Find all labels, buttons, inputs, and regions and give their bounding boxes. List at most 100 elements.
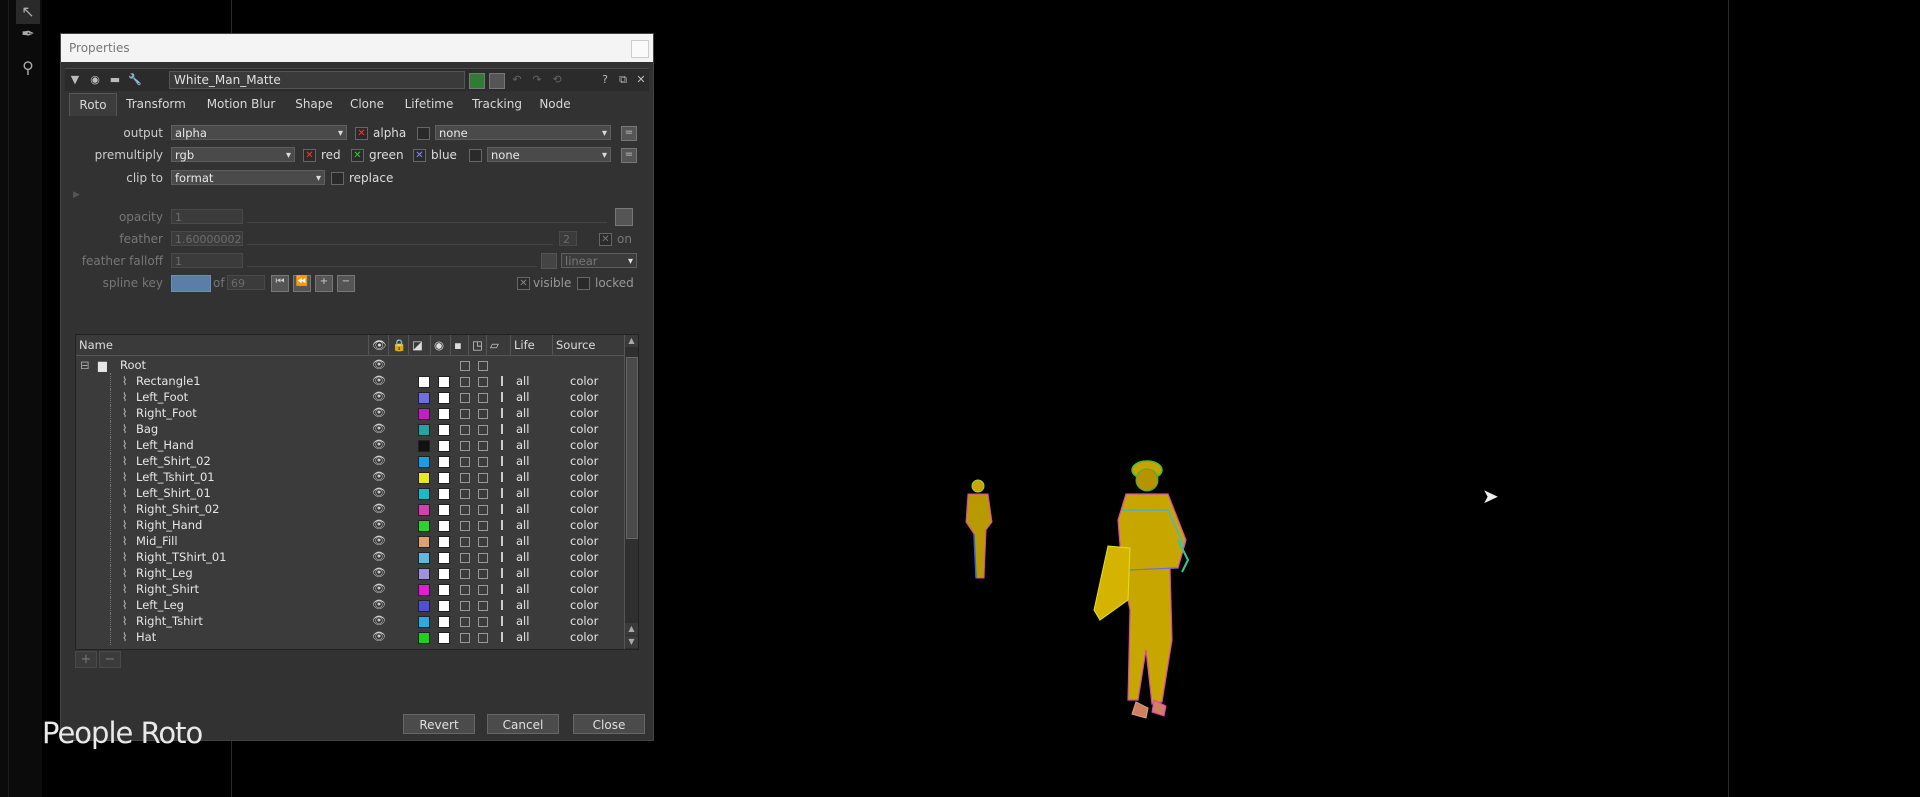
invert-toggle[interactable]	[460, 569, 470, 579]
visibility-eye-icon[interactable]: 👁	[372, 357, 386, 373]
invert-toggle[interactable]	[460, 457, 470, 467]
blend-toggle[interactable]	[478, 633, 488, 643]
float-panel-icon[interactable]: ⧉	[615, 73, 631, 87]
source-cell[interactable]: color	[570, 613, 598, 629]
table-row[interactable]: ⌇ Left_Shirt_01 👁 all color	[76, 485, 624, 501]
falloff-slider[interactable]	[247, 258, 537, 267]
life-cell[interactable]: all	[516, 421, 529, 437]
invert-toggle[interactable]	[460, 441, 470, 451]
table-row[interactable]: ⌇ Right_TShirt_01 👁 all color	[76, 549, 624, 565]
layer-name[interactable]: Mid_Fill	[136, 533, 178, 549]
invert-toggle[interactable]	[460, 489, 470, 499]
header-motionblur-icon[interactable]: ▱	[486, 335, 510, 355]
shape-color-swatch[interactable]	[438, 632, 450, 644]
shape-color-swatch[interactable]	[438, 408, 450, 420]
table-row[interactable]: ⌇ Right_Shirt 👁 all color	[76, 581, 624, 597]
revert-icon[interactable]: ⟲	[549, 73, 565, 87]
visibility-eye-icon[interactable]: 👁	[372, 597, 386, 613]
output-none-dropdown[interactable]: none	[435, 125, 611, 141]
overlay-color-swatch[interactable]	[418, 456, 430, 468]
replace-checkbox[interactable]	[331, 172, 344, 185]
scroll-down-icon[interactable]: ▼	[625, 636, 638, 648]
blend-toggle[interactable]	[478, 441, 488, 451]
feather-slider[interactable]	[247, 236, 553, 245]
blend-toggle[interactable]	[478, 393, 488, 403]
visibility-eye-icon[interactable]: 👁	[372, 613, 386, 629]
opacity-animation-button[interactable]	[615, 208, 633, 226]
layer-name[interactable]: Left_Leg	[136, 597, 184, 613]
invert-toggle[interactable]	[460, 393, 470, 403]
blend-toggle[interactable]	[478, 617, 488, 627]
blend-toggle[interactable]	[478, 457, 488, 467]
premultiply-link-button[interactable]: =	[621, 148, 637, 163]
source-cell[interactable]: color	[570, 389, 598, 405]
premultiply-none-dropdown[interactable]: none	[487, 147, 611, 163]
overlay-color-swatch[interactable]	[418, 600, 430, 612]
shape-color-swatch[interactable]	[438, 504, 450, 516]
scroll-thumb[interactable]	[626, 357, 638, 539]
table-row[interactable]: ⌇ Mid_Fill 👁 all color	[76, 533, 624, 549]
layer-name[interactable]: Right_TShirt_01	[136, 549, 226, 565]
falloff-animation-button[interactable]	[541, 253, 557, 269]
header-invert-icon[interactable]: ▪	[450, 335, 468, 355]
main-person-shape[interactable]	[1093, 460, 1190, 719]
visibility-eye-icon[interactable]: 👁	[372, 565, 386, 581]
visibility-eye-icon[interactable]: 👁	[372, 453, 386, 469]
tree-expander-icon[interactable]: ⊟	[80, 357, 90, 373]
blend-toggle[interactable]	[478, 409, 488, 419]
source-cell[interactable]: color	[570, 501, 598, 517]
tab-tracking[interactable]: Tracking	[467, 93, 527, 115]
shape-color-swatch[interactable]	[438, 424, 450, 436]
brush-tool-icon[interactable]: ⚲	[16, 56, 40, 80]
life-cell[interactable]: all	[516, 501, 529, 517]
table-row[interactable]: ⌇ Right_Tshirt 👁 all color	[76, 613, 624, 629]
falloff-mode-dropdown[interactable]: linear	[561, 253, 637, 269]
blend-toggle[interactable]	[478, 377, 488, 387]
splinekey-field[interactable]	[171, 275, 211, 292]
expand-arrow-icon[interactable]: ▶	[73, 190, 80, 200]
color-icon[interactable]: ▬	[107, 73, 123, 87]
life-cell[interactable]: all	[516, 469, 529, 485]
overlay-color-swatch[interactable]	[418, 408, 430, 420]
blend-toggle[interactable]	[478, 505, 488, 515]
invert-toggle[interactable]	[460, 553, 470, 563]
layer-name[interactable]: Left_Tshirt_01	[136, 469, 215, 485]
overlay-color-swatch[interactable]	[418, 632, 430, 644]
tab-lifetime[interactable]: Lifetime	[401, 93, 457, 115]
visibility-eye-icon[interactable]: 👁	[372, 549, 386, 565]
visibility-eye-icon[interactable]: 👁	[372, 485, 386, 501]
source-cell[interactable]: color	[570, 373, 598, 389]
opacity-field[interactable]: 1	[171, 209, 243, 224]
layer-name[interactable]: Hat	[136, 629, 156, 645]
header-overlay-color-icon[interactable]: ◪	[408, 335, 430, 355]
layer-name[interactable]: Left_Shirt_01	[136, 485, 211, 501]
blend-toggle[interactable]	[478, 585, 488, 595]
shape-color-swatch[interactable]	[438, 488, 450, 500]
invert-toggle[interactable]	[460, 473, 470, 483]
header-visibility-icon[interactable]: 👁	[368, 335, 388, 355]
output-dropdown[interactable]: alpha	[171, 125, 347, 141]
tab-transform[interactable]: Transform	[121, 93, 191, 115]
life-cell[interactable]: all	[516, 613, 529, 629]
wrench-icon[interactable]: 🔧	[127, 73, 143, 87]
tab-clone[interactable]: Clone	[345, 93, 389, 115]
output-none-checkbox[interactable]	[417, 127, 430, 140]
add-layer-button[interactable]: +	[75, 651, 97, 668]
layer-name[interactable]: Right_Shirt_02	[136, 501, 219, 517]
source-cell[interactable]: color	[570, 437, 598, 453]
source-cell[interactable]: color	[570, 405, 598, 421]
invert-toggle[interactable]	[460, 521, 470, 531]
source-cell[interactable]: color	[570, 629, 598, 645]
blend-toggle[interactable]	[478, 473, 488, 483]
header-lock-icon[interactable]: 🔒	[388, 335, 408, 355]
shape-color-swatch[interactable]	[438, 376, 450, 388]
feather-field[interactable]: 1.60000002	[171, 231, 243, 246]
close-window-icon[interactable]	[631, 40, 649, 58]
visibility-eye-icon[interactable]: 👁	[372, 533, 386, 549]
table-scrollbar[interactable]: ▲ ▲ ▼	[624, 335, 638, 649]
tab-roto[interactable]: Roto	[69, 93, 117, 116]
life-cell[interactable]: all	[516, 597, 529, 613]
close-node-icon[interactable]: ✕	[633, 73, 649, 87]
overlay-color-swatch[interactable]	[418, 488, 430, 500]
premultiply-dropdown[interactable]: rgb	[171, 147, 295, 163]
